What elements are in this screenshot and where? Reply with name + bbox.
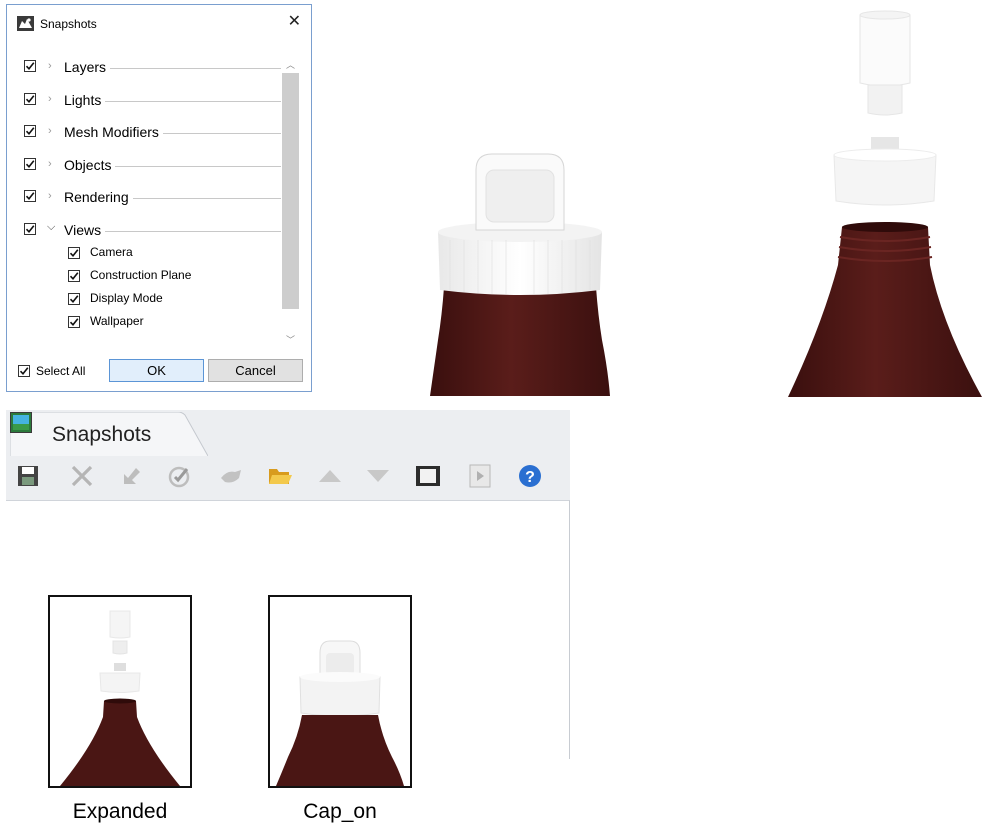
delete-icon[interactable]	[66, 460, 98, 492]
chevron-down-icon[interactable]: ⌵	[47, 221, 55, 234]
tree-item-rendering[interactable]: › Rendering	[24, 187, 281, 207]
tree-item-label: Rendering	[64, 189, 133, 205]
tree-item-label: Objects	[64, 157, 116, 173]
checkbox-icon[interactable]	[24, 93, 36, 105]
tab-label: Snapshots	[52, 423, 152, 446]
tree-item-label: Layers	[64, 59, 111, 75]
render-cap-on-view	[430, 153, 610, 396]
checkbox-icon[interactable]	[24, 190, 36, 202]
checkbox-icon[interactable]	[24, 125, 36, 137]
scroll-up-icon[interactable]: ︿	[286, 58, 295, 71]
scrollbar-thumb[interactable]	[282, 73, 299, 309]
tree-item-layers[interactable]: › Layers	[24, 57, 281, 77]
checkbox-icon[interactable]	[68, 270, 80, 282]
tree-item-label: Views	[64, 222, 106, 238]
scroll-down-icon[interactable]: ﹀	[286, 333, 295, 346]
tree-item-lights[interactable]: › Lights	[24, 90, 281, 110]
open-folder-icon[interactable]	[264, 460, 296, 492]
update-icon[interactable]	[116, 460, 148, 492]
tree-subitem-label: Construction Plane	[90, 268, 192, 282]
rhino-app-icon	[17, 16, 34, 31]
tree-subitem-display-mode[interactable]: Display Mode	[68, 289, 268, 309]
move-up-icon[interactable]	[314, 460, 346, 492]
chevron-right-icon[interactable]: ›	[48, 158, 52, 170]
restore-animate-icon[interactable]	[216, 460, 248, 492]
render-expanded-view	[788, 10, 982, 397]
select-all-checkbox[interactable]: Select All	[18, 361, 113, 381]
snapshots-panel: Snapshots ? Expanded Cap_on	[6, 410, 570, 823]
tree-subitem-wallpaper[interactable]: Wallpaper	[68, 312, 268, 332]
snapshots-dialog: Snapshots ✕ › Layers › Lights › Mesh Modifier…	[6, 4, 312, 392]
tree-item-mesh-modifiers[interactable]: › Mesh Modifiers	[24, 122, 281, 142]
tree-item-label: Mesh Modifiers	[64, 124, 163, 140]
tree-item-objects[interactable]: › Objects	[24, 155, 281, 175]
checkbox-icon[interactable]	[24, 223, 36, 235]
snapshots-panel-icon	[10, 412, 32, 433]
help-icon[interactable]: ?	[514, 460, 546, 492]
tree-item-label: Lights	[64, 92, 106, 108]
snapshots-toolbar: ?	[6, 456, 570, 500]
dialog-title: Snapshots	[40, 17, 97, 31]
snapshot-name-expanded: Expanded	[72, 800, 168, 823]
snapshots-list: Expanded Cap_on	[6, 500, 570, 823]
close-icon[interactable]: ✕	[288, 13, 301, 31]
tree-subitem-camera[interactable]: Camera	[68, 243, 268, 263]
tree-subitem-construction-plane[interactable]: Construction Plane	[68, 266, 268, 286]
select-all-label: Select All	[36, 364, 86, 378]
move-down-icon[interactable]	[362, 460, 394, 492]
tree-subitem-label: Display Mode	[90, 291, 163, 305]
checkbox-icon[interactable]	[68, 247, 80, 259]
chevron-right-icon[interactable]: ›	[48, 93, 52, 105]
dialog-title-bar[interactable]: Snapshots ✕	[7, 5, 311, 41]
tree-subitem-label: Camera	[90, 245, 133, 259]
checkbox-icon[interactable]	[68, 293, 80, 305]
svg-text:?: ?	[525, 469, 535, 486]
snapshot-name-cap-on: Cap_on	[303, 800, 377, 823]
cancel-button[interactable]: Cancel	[208, 359, 303, 382]
snapshot-thumbnail-cap-on[interactable]	[268, 595, 412, 788]
save-icon[interactable]	[12, 460, 44, 492]
chevron-right-icon[interactable]: ›	[48, 125, 52, 137]
chevron-right-icon[interactable]: ›	[48, 190, 52, 202]
checkbox-icon[interactable]	[24, 60, 36, 72]
chevron-right-icon[interactable]: ›	[48, 60, 52, 72]
checkbox-icon[interactable]	[24, 158, 36, 170]
snapshot-thumbnail-expanded[interactable]	[48, 595, 192, 788]
checkbox-icon[interactable]	[18, 365, 30, 377]
tab-snapshots[interactable]: Snapshots	[10, 412, 208, 456]
snapshot-options-tree: › Layers › Lights › Mesh Modifiers › Objects › Re…	[24, 57, 284, 349]
tree-subitem-label: Wallpaper	[90, 314, 144, 328]
play-icon[interactable]	[464, 460, 496, 492]
tree-scrollbar[interactable]: ︿ ﹀	[282, 57, 299, 349]
tree-item-views[interactable]: ⌵ Views	[24, 220, 281, 240]
checkbox-icon[interactable]	[68, 316, 80, 328]
restore-icon[interactable]	[164, 460, 196, 492]
ok-button[interactable]: OK	[109, 359, 204, 382]
film-icon[interactable]	[412, 460, 444, 492]
